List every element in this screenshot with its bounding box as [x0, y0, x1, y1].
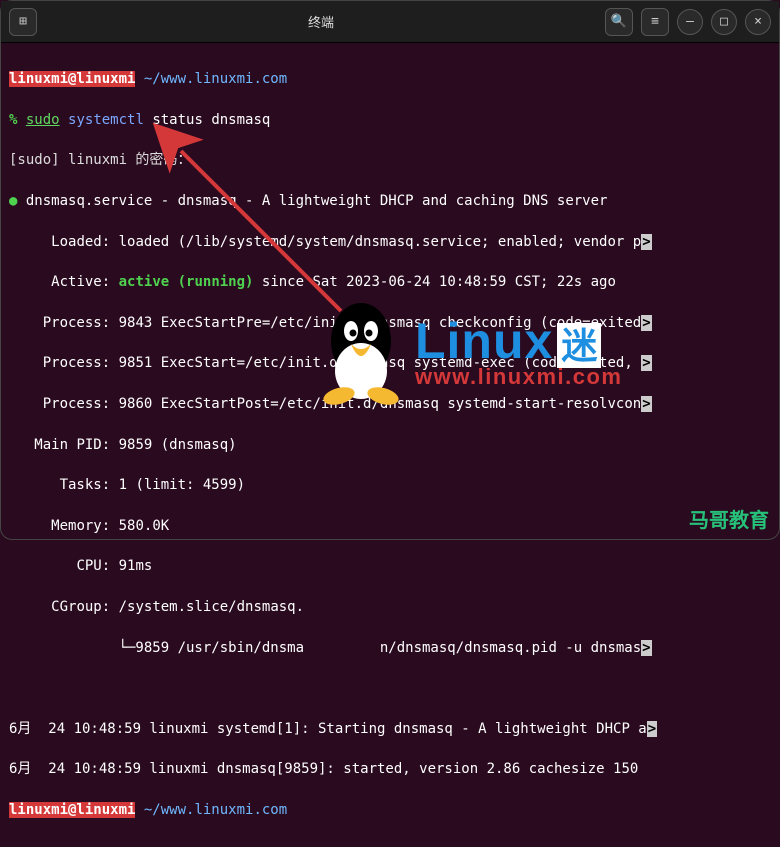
prompt-user: linuxmi@linuxmi	[9, 802, 135, 818]
truncation-indicator: >	[641, 355, 651, 371]
truncation-indicator: >	[641, 315, 651, 331]
tasks-label: Tasks:	[60, 477, 111, 493]
corner-brand: 马哥教育	[689, 504, 769, 533]
tasks-value: 1 (limit: 4599)	[119, 477, 245, 493]
window-title: 终端	[37, 12, 605, 31]
minimize-button[interactable]: –	[677, 9, 703, 35]
truncation-indicator: >	[641, 234, 651, 250]
active-since: since Sat 2023-06-24 10:48:59 CST; 22s a…	[253, 274, 615, 290]
process-label-1: Process:	[43, 315, 110, 331]
process-value-1: 9843 ExecStartPre=/etc/init.d/dnsmasq ch…	[119, 315, 642, 331]
status-bullet-icon: ●	[9, 193, 17, 209]
close-button[interactable]: ×	[745, 9, 771, 35]
process-value-2: 9851 ExecStart=/etc/init.d/dnsmasq syste…	[119, 355, 642, 371]
truncation-indicator: >	[647, 721, 657, 737]
terminal-output[interactable]: linuxmi@linuxmi ~/www.linuxmi.com % sudo…	[1, 43, 779, 847]
titlebar: ⊞ 终端 🔍 ≡ – □ ×	[1, 1, 779, 43]
menu-icon[interactable]: ≡	[641, 8, 669, 36]
process-label-2: Process:	[43, 355, 110, 371]
cgroup-label: CGroup:	[51, 599, 110, 615]
service-header: dnsmasq.service - dnsmasq - A lightweigh…	[26, 193, 608, 209]
prompt-cwd: ~/www.linuxmi.com	[144, 802, 287, 818]
loaded-value: loaded (/lib/systemd/system/dnsmasq.serv…	[119, 234, 642, 250]
cpu-value: 91ms	[119, 558, 153, 574]
log-line-2: 6月 24 10:48:59 linuxmi dnsmasq[9859]: st…	[9, 759, 771, 779]
prompt-user: linuxmi@linuxmi	[9, 71, 135, 87]
search-icon[interactable]: 🔍	[605, 8, 633, 36]
cmd-sudo: sudo	[26, 112, 60, 128]
sudo-password-prompt: [sudo] linuxmi 的密码：	[9, 150, 771, 170]
memory-value: 580.0K	[119, 518, 170, 534]
prompt-symbol: %	[9, 112, 17, 128]
process-label-3: Process:	[43, 396, 110, 412]
cgroup-value: /system.slice/dnsmasq.	[119, 599, 304, 615]
truncation-indicator: >	[641, 640, 651, 656]
memory-label: Memory:	[51, 518, 110, 534]
log-line-1: 6月 24 10:48:59 linuxmi systemd[1]: Start…	[9, 721, 647, 737]
cmd-systemctl: systemctl	[68, 112, 144, 128]
mainpid-value: 9859 (dnsmasq)	[119, 437, 237, 453]
active-label: Active:	[51, 274, 110, 290]
new-tab-button[interactable]: ⊞	[9, 8, 37, 36]
maximize-button[interactable]: □	[711, 9, 737, 35]
loaded-label: Loaded:	[51, 234, 110, 250]
truncation-indicator: >	[641, 396, 651, 412]
cgroup-tree: └─9859 /usr/sbin/dnsma n/dnsmasq/dnsmasq…	[9, 640, 641, 656]
cpu-label: CPU:	[76, 558, 110, 574]
mainpid-label: Main PID:	[34, 437, 110, 453]
cmd-args: status dnsmasq	[152, 112, 270, 128]
prompt-cwd: ~/www.linuxmi.com	[144, 71, 287, 87]
active-state: active (running)	[119, 274, 254, 290]
process-value-3: 9860 ExecStartPost=/etc/init.d/dnsmasq s…	[119, 396, 642, 412]
